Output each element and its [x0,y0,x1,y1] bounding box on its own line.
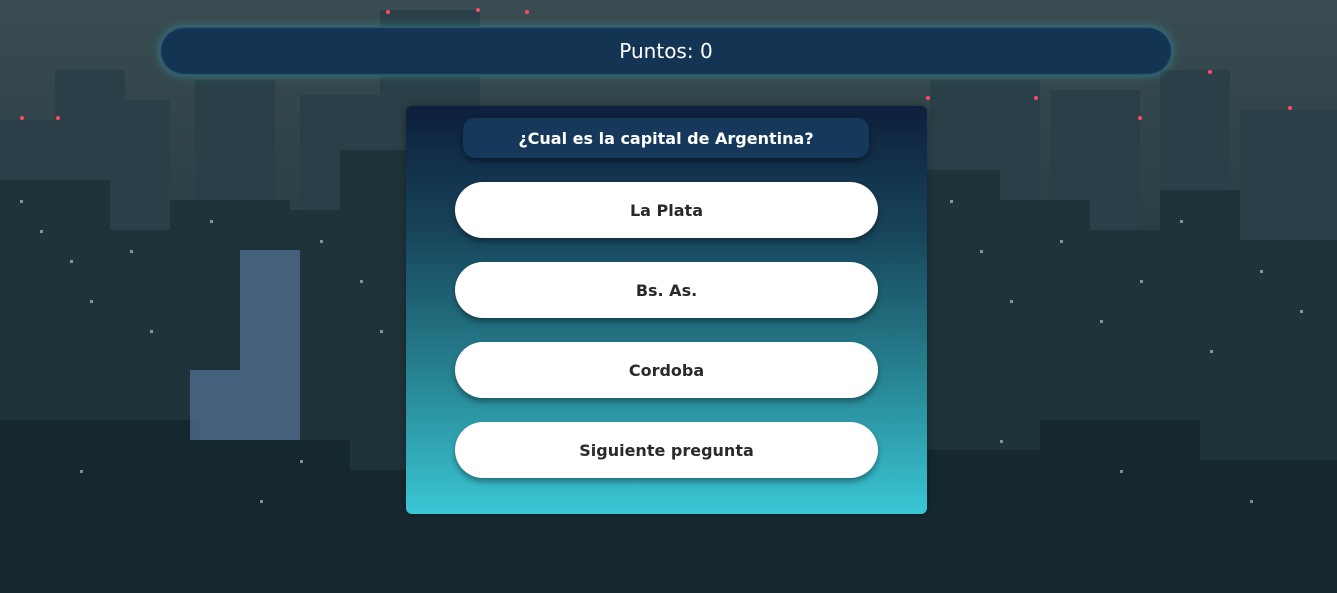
answer-button-1[interactable]: La Plata [455,182,878,238]
answer-label: Bs. As. [635,280,698,300]
question-text: ¿Cual es la capital de Argentina? [518,128,814,148]
next-question-label: Siguiente pregunta [579,440,754,460]
question-title: ¿Cual es la capital de Argentina? [463,118,869,158]
answer-label: La Plata [629,200,703,220]
answer-label: Cordoba [628,360,705,380]
answer-button-2[interactable]: Bs. As. [455,262,878,318]
quiz-card: ¿Cual es la capital de Argentina? La Pla… [406,106,927,514]
score-text: Puntos: 0 [619,39,713,63]
next-question-button[interactable]: Siguiente pregunta [455,422,878,478]
score-bar: Puntos: 0 [160,27,1172,75]
answer-button-3[interactable]: Cordoba [455,342,878,398]
